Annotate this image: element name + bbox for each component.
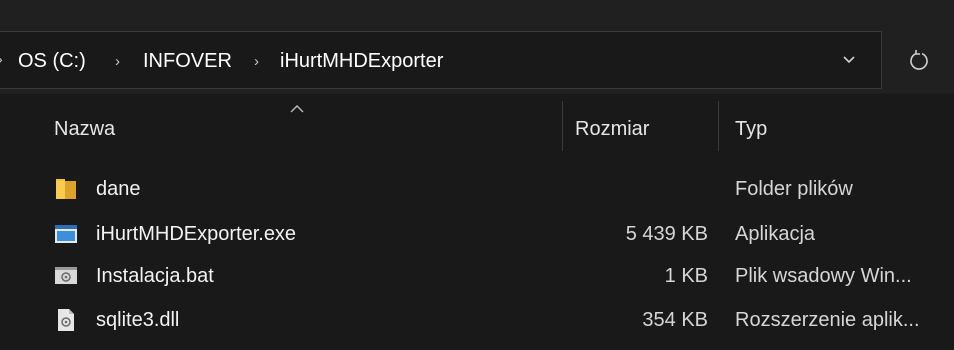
file-row-bat[interactable]: Instalacja.bat 1 KB Plik wsadowy Win... xyxy=(0,259,954,295)
breadcrumb-item-infover[interactable]: INFOVER xyxy=(143,50,232,73)
breadcrumb-item-current[interactable]: iHurtMHDExporter xyxy=(280,50,443,73)
file-name: sqlite3.dll xyxy=(96,309,180,331)
refresh-button[interactable] xyxy=(883,31,954,89)
address-bar-row: › OS (C:) › INFOVER › iHurtMHDExporter xyxy=(0,28,954,94)
address-history-dropdown[interactable] xyxy=(818,36,880,84)
column-divider[interactable] xyxy=(562,101,563,151)
column-header-name[interactable]: Nazwa xyxy=(54,118,115,141)
column-header-type[interactable]: Typ xyxy=(735,118,767,141)
chevron-down-icon xyxy=(843,56,855,64)
file-row-exe[interactable]: iHurtMHDExporter.exe 5 439 KB Aplikacja xyxy=(0,217,954,253)
file-type: Rozszerzenie aplik... xyxy=(735,309,920,331)
application-icon xyxy=(55,225,77,243)
breadcrumb-item-drive[interactable]: OS (C:) xyxy=(18,50,86,73)
column-header-size[interactable]: Rozmiar xyxy=(575,118,649,141)
file-size: 1 KB xyxy=(664,265,708,287)
batch-file-icon xyxy=(55,267,77,284)
address-bar[interactable]: › OS (C:) › INFOVER › iHurtMHDExporter xyxy=(0,31,882,89)
window-top-strip xyxy=(0,0,954,28)
refresh-icon xyxy=(909,50,928,70)
file-type: Aplikacja xyxy=(735,223,816,245)
column-divider[interactable] xyxy=(718,101,719,151)
file-name: iHurtMHDExporter.exe xyxy=(96,223,297,245)
breadcrumb-separator-icon[interactable]: › xyxy=(254,53,259,70)
column-header-row xyxy=(0,100,954,156)
dll-file-icon xyxy=(58,309,74,331)
breadcrumb-overflow-icon[interactable]: › xyxy=(0,51,3,67)
breadcrumb-separator-icon[interactable]: › xyxy=(115,53,120,70)
file-name: dane xyxy=(96,178,141,200)
file-row-dll[interactable]: sqlite3.dll 354 KB Rozszerzenie aplik... xyxy=(0,303,954,339)
sort-ascending-icon xyxy=(290,105,304,113)
file-name: Instalacja.bat xyxy=(96,265,214,287)
file-size: 5 439 KB xyxy=(625,223,708,245)
file-type: Plik wsadowy Win... xyxy=(735,265,912,287)
file-row-dane[interactable]: dane Folder plików xyxy=(0,172,954,208)
file-size: 354 KB xyxy=(642,309,708,331)
file-type: Folder plików xyxy=(735,178,853,200)
folder-icon xyxy=(56,179,76,199)
